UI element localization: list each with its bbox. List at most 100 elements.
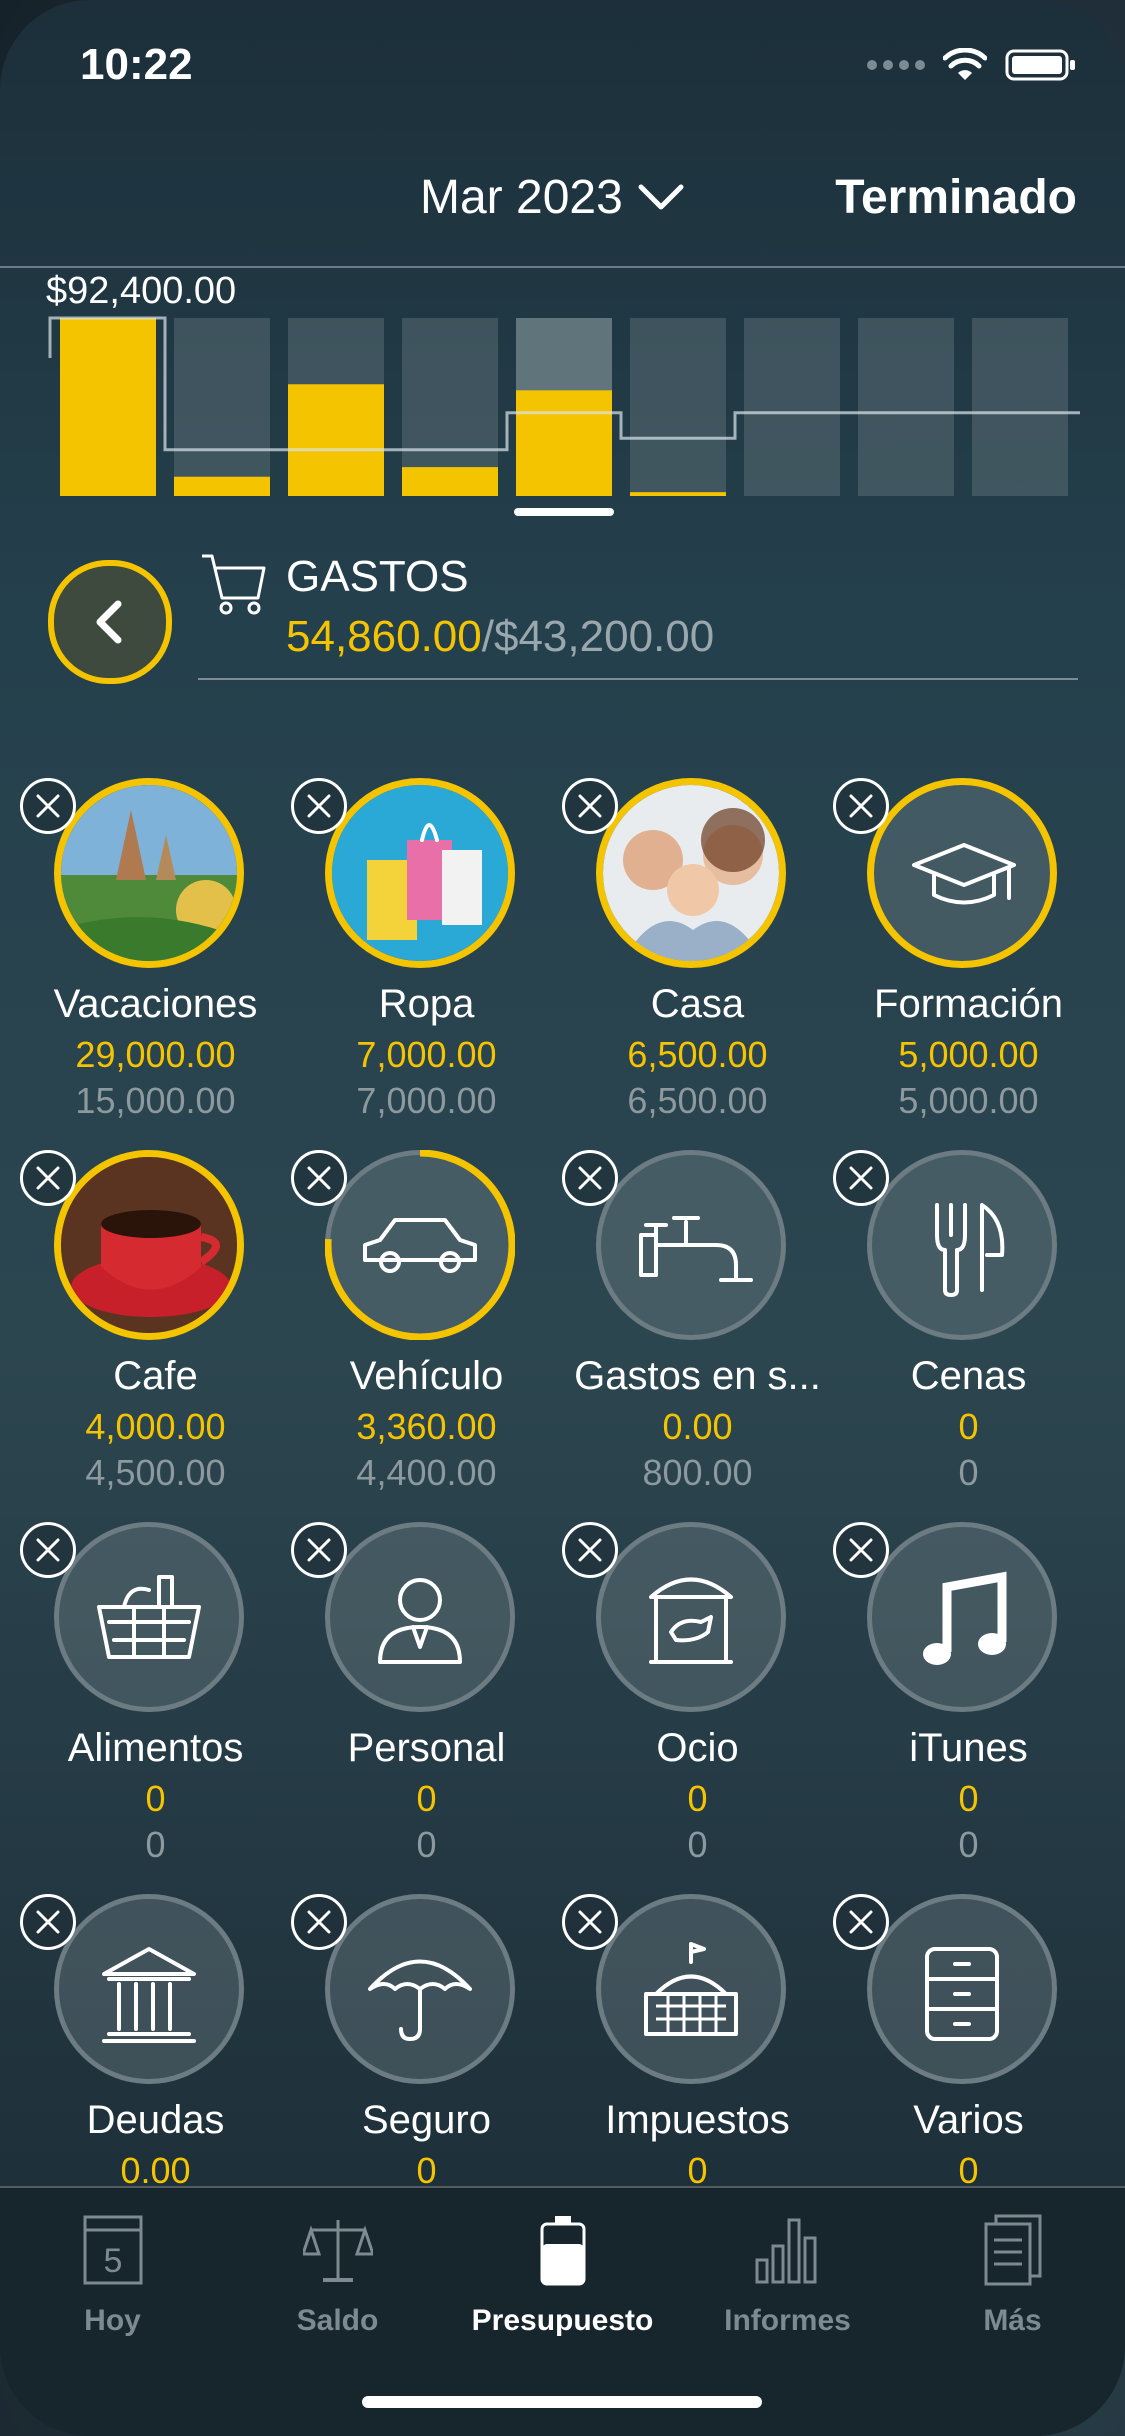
remove-category-button[interactable]	[291, 1522, 347, 1578]
category-budget: 6,500.00	[627, 1080, 768, 1121]
chevron-down-icon	[638, 184, 684, 209]
close-icon	[849, 794, 873, 818]
chart-bar-spent	[174, 476, 270, 496]
category-icon-circle[interactable]	[596, 1150, 786, 1340]
category-name: Cenas	[910, 1354, 1027, 1398]
chart-bar-background[interactable]	[174, 318, 270, 496]
music-note-icon	[923, 1571, 1007, 1665]
close-icon	[578, 1538, 602, 1562]
graduation-cap-icon	[912, 843, 1016, 905]
remove-category-button[interactable]	[20, 1150, 76, 1206]
category-icon-circle[interactable]	[54, 1894, 244, 2084]
document-icon	[984, 2214, 1042, 2286]
back-button[interactable]	[48, 560, 172, 684]
fork-knife-icon	[935, 1203, 1005, 1297]
chart-bar-background[interactable]	[972, 318, 1068, 496]
category-name: Personal	[347, 1726, 506, 1770]
category-budget: 4,500.00	[85, 1452, 226, 1493]
category-icon-circle[interactable]	[596, 1522, 786, 1712]
carousel-icon	[649, 1577, 733, 1664]
category-icon-circle[interactable]	[325, 1894, 515, 2084]
nav-header: Mar 2023 Terminado	[0, 150, 1125, 268]
coffee-cup-photo-icon	[61, 1157, 237, 1333]
person-icon	[378, 1578, 462, 1664]
chart-bar-background[interactable]	[744, 318, 840, 496]
status-time: 10:22	[80, 40, 193, 89]
remove-category-button[interactable]	[291, 1150, 347, 1206]
done-button[interactable]: Terminado	[835, 170, 1077, 225]
close-icon	[849, 1538, 873, 1562]
close-icon	[36, 1538, 60, 1562]
remove-category-button[interactable]	[20, 1894, 76, 1950]
remove-category-button[interactable]	[20, 1522, 76, 1578]
gastos-spent: 54,860.00	[286, 612, 482, 661]
chart-bar-background[interactable]	[630, 318, 726, 496]
category-spent: 5,000.00	[898, 1034, 1039, 1075]
remove-category-button[interactable]	[562, 778, 618, 834]
close-icon	[36, 1910, 60, 1934]
category-icon-circle[interactable]	[596, 778, 786, 968]
category-spent: 0.00	[662, 1406, 733, 1447]
wifi-icon	[943, 48, 987, 80]
category-icon-circle[interactable]	[54, 778, 244, 968]
close-icon	[307, 1166, 331, 1190]
month-selector[interactable]: Mar 2023	[420, 170, 685, 225]
chart-bar-spent	[60, 318, 156, 496]
remove-category-button[interactable]	[833, 1150, 889, 1206]
category-budget: 0	[145, 1824, 166, 1865]
category-spent: 29,000.00	[75, 1034, 236, 1075]
category-name: Alimentos	[67, 1726, 244, 1770]
remove-category-button[interactable]	[833, 1894, 889, 1950]
gastos-budget: $43,200.00	[493, 612, 715, 661]
close-icon	[578, 794, 602, 818]
tab-label: Más	[983, 2304, 1042, 2337]
remove-category-button[interactable]	[562, 1150, 618, 1206]
category-name: Cafe	[113, 1354, 198, 1398]
chart-bar-background[interactable]	[858, 318, 954, 496]
family-photo-icon	[603, 785, 779, 961]
category-spent: 0	[687, 1778, 708, 1819]
remove-category-button[interactable]	[291, 1894, 347, 1950]
category-icon-circle[interactable]	[867, 778, 1057, 968]
home-indicator[interactable]	[362, 2396, 762, 2408]
category-spent: 0	[958, 1778, 979, 1819]
remove-category-button[interactable]	[833, 778, 889, 834]
category-name: Varios	[913, 2098, 1024, 2142]
gastos-title: GASTOS	[286, 552, 469, 601]
category-name: Vehículo	[349, 1354, 504, 1398]
category-spent: 3,360.00	[356, 1406, 497, 1447]
tab-label: Presupuesto	[471, 2304, 654, 2337]
calendar-icon: 5	[83, 2215, 143, 2285]
category-icon-circle[interactable]	[596, 1894, 786, 2084]
vacation-photo-icon	[61, 785, 237, 961]
category-name: Vacaciones	[53, 982, 258, 1026]
remove-category-button[interactable]	[562, 1522, 618, 1578]
remove-category-button[interactable]	[562, 1894, 618, 1950]
category-icon-circle[interactable]	[54, 1522, 244, 1712]
budget-bar-chart[interactable]	[0, 300, 1125, 530]
category-icon-circle[interactable]	[867, 1522, 1057, 1712]
close-icon	[307, 794, 331, 818]
chart-selection-indicator	[514, 508, 614, 516]
category-budget: 7,000.00	[356, 1080, 497, 1121]
bank-icon	[102, 1947, 196, 2043]
category-budget: 800.00	[642, 1452, 753, 1493]
remove-category-button[interactable]	[291, 778, 347, 834]
category-spent: 0	[958, 1406, 979, 1447]
category-budget: 0	[416, 1824, 437, 1865]
tab-label: Saldo	[296, 2304, 379, 2337]
category-budget: 0	[958, 1452, 979, 1493]
category-spent: 4,000.00	[85, 1406, 226, 1447]
category-icon-circle[interactable]	[325, 778, 515, 968]
category-icon-circle[interactable]	[54, 1150, 244, 1340]
battery-icon	[540, 2216, 586, 2286]
chart-bar-spent	[402, 467, 498, 496]
category-icon-circle[interactable]	[867, 1150, 1057, 1340]
category-icon-circle[interactable]	[867, 1894, 1057, 2084]
close-icon	[578, 1166, 602, 1190]
close-icon	[36, 794, 60, 818]
category-name: Ocio	[656, 1726, 739, 1770]
category-icon-circle[interactable]	[325, 1522, 515, 1712]
remove-category-button[interactable]	[833, 1522, 889, 1578]
remove-category-button[interactable]	[20, 778, 76, 834]
